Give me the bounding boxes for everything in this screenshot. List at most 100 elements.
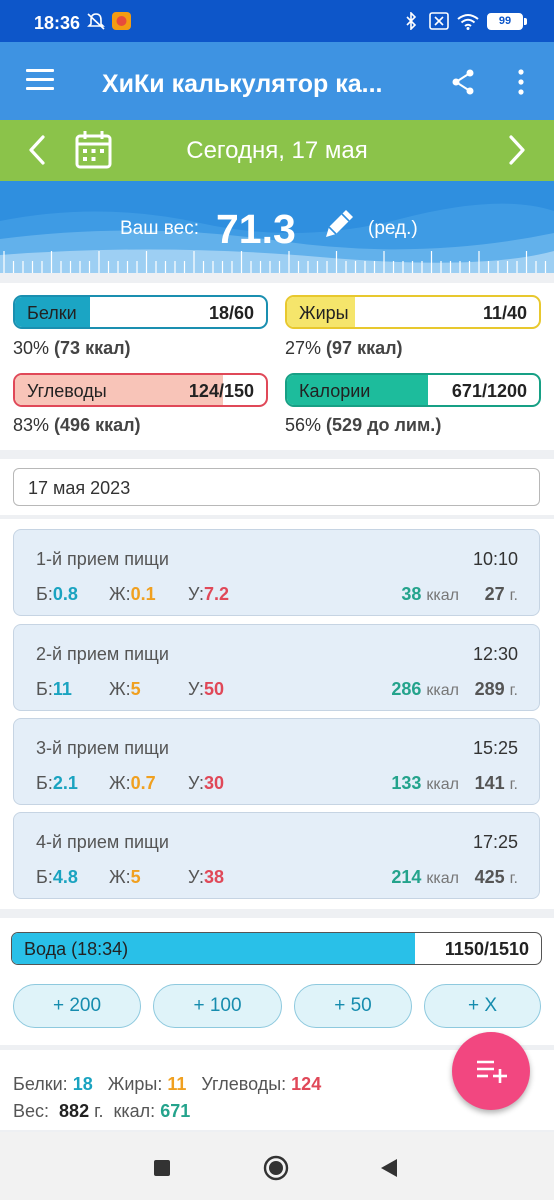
add-water-custom-button[interactable]: + X (424, 984, 541, 1028)
kcal-unit: ккал (426, 870, 459, 887)
water-progress-bar: Вода (18:34) 1150/1510 (11, 932, 542, 965)
meal-protein-value: 0.8 (52, 584, 78, 604)
meal-time: 17:25 (472, 832, 518, 852)
edit-pencil-icon[interactable] (320, 207, 356, 243)
bluetooth-icon (406, 12, 417, 30)
app-notification-icon (112, 12, 131, 30)
meal-weight: 27 г. (485, 584, 518, 605)
meal-title: 4-й прием пищи (36, 832, 169, 852)
protein-label: Белки (27, 303, 77, 323)
notifications-off-icon (87, 13, 105, 30)
gram-unit: г. (509, 776, 518, 793)
meal-protein-value: 11 (52, 679, 72, 699)
meal-fat-value: 5 (130, 679, 141, 699)
carbs-progress-bar: Углеводы 124/150 (13, 373, 268, 407)
summary-kcal-value: 671 (160, 1101, 191, 1121)
calories-progress-bar: Калории 671/1200 (285, 373, 541, 407)
status-time: 18:36 (34, 13, 81, 33)
meal-fat-value: 0.1 (130, 584, 156, 604)
status-bar: 18:36 99 (0, 0, 554, 42)
meal-card[interactable]: 4-й прием пищи 17:25 Б:4.8 Ж:5 У:38 214 ккал 4… (13, 812, 540, 899)
protein-short-label: Б: (36, 773, 53, 793)
system-nav-bar (0, 1132, 554, 1200)
meal-carbs-value: 30 (204, 773, 225, 793)
meal-protein-value: 2.1 (52, 773, 78, 793)
fat-short-label: Ж: (109, 584, 131, 604)
meal-protein: Б:0.8 (36, 584, 78, 605)
meal-kcal: 286 ккал (391, 679, 459, 700)
app-bar: ХиКи калькулятор ка... (0, 42, 554, 120)
sim-off-icon (429, 12, 449, 30)
meal-kcal-value: 133 (391, 773, 422, 793)
gram-unit: г. (509, 587, 518, 604)
meal-fat-value: 5 (130, 867, 141, 887)
meal-carbs: У:38 (188, 867, 224, 888)
menu-icon[interactable] (26, 69, 54, 91)
carbs-kcal: (496 ккал) (54, 415, 141, 435)
summary-kcal-label: ккал: (113, 1101, 156, 1121)
meal-weight-value: 27 (484, 584, 505, 604)
meal-kcal-value: 38 (401, 584, 422, 604)
home-icon[interactable] (263, 1155, 289, 1181)
meal-weight-value: 141 (474, 773, 505, 793)
weight-label: Ваш вес: (120, 218, 199, 239)
date-field[interactable]: 17 мая 2023 (13, 468, 540, 506)
meal-kcal-value: 214 (391, 867, 422, 887)
meal-kcal-value: 286 (391, 679, 422, 699)
protein-summary: 30% (73 ккал) (13, 338, 131, 359)
share-icon[interactable] (451, 69, 475, 95)
water-label: Вода (18:34) (24, 939, 129, 959)
meal-fat: Ж:0.7 (109, 773, 156, 794)
weight-panel: Ваш вес: 71.3 (ред.) (0, 181, 554, 273)
app-title: ХиКи калькулятор ка... (102, 70, 383, 98)
fat-short-label: Ж: (109, 773, 131, 793)
meal-fat: Ж:5 (109, 867, 141, 888)
fat-kcal: (97 ккал) (326, 338, 403, 358)
fat-progress-bar: Жиры 11/40 (285, 295, 541, 329)
edit-weight-link[interactable]: (ред.) (368, 218, 418, 240)
fat-percent: 27% (285, 338, 322, 358)
chevron-right-icon[interactable] (507, 134, 527, 166)
more-options-icon[interactable] (516, 69, 526, 95)
meal-card[interactable]: 2-й прием пищи 12:30 Б:11 Ж:5 У:50 286 ккал 28… (13, 624, 540, 711)
add-water-50-button[interactable]: + 50 (294, 984, 412, 1028)
playlist-add-icon (477, 1060, 507, 1083)
meal-title: 1-й прием пищи (36, 549, 169, 569)
add-water-200-button[interactable]: + 200 (13, 984, 141, 1028)
add-water-100-button[interactable]: + 100 (153, 984, 282, 1028)
kcal-unit: ккал (426, 587, 459, 604)
meal-time: 12:30 (472, 644, 518, 664)
carbs-summary: 83% (496 ккал) (13, 415, 141, 436)
fat-label: Жиры (299, 303, 349, 323)
date-bar: Сегодня, 17 мая (0, 120, 554, 181)
protein-value: 18/60 (208, 303, 254, 323)
meal-carbs: У:7.2 (188, 584, 229, 605)
meal-protein: Б:4.8 (36, 867, 78, 888)
summary-weight-unit: г. (94, 1101, 104, 1121)
macros-card: Белки 18/60 30% (73 ккал) Жиры 11/40 27%… (0, 283, 554, 450)
back-icon[interactable] (380, 1158, 398, 1178)
meal-protein: Б:11 (36, 679, 72, 700)
carbs-short-label: У: (188, 584, 205, 604)
protein-kcal: (73 ккал) (54, 338, 131, 358)
kcal-unit: ккал (426, 776, 459, 793)
meal-card[interactable]: 3-й прием пищи 15:25 Б:2.1 Ж:0.7 У:30 133 кка… (13, 718, 540, 805)
add-meal-fab[interactable] (452, 1032, 530, 1110)
weight-value: 71.3 (216, 206, 296, 252)
summary-totals-line: Вес: 882 г. ккал: 671 (13, 1101, 190, 1122)
meal-carbs-value: 50 (204, 679, 225, 699)
meal-card[interactable]: 1-й прием пищи 10:10 Б:0.8 Ж:0.1 У:7.2 38 кка… (13, 529, 540, 616)
kcal-unit: ккал (426, 682, 459, 699)
fat-value: 11/40 (482, 303, 527, 323)
fat-short-label: Ж: (109, 867, 131, 887)
carbs-label: Углеводы (27, 381, 107, 401)
summary-fat-value: 11 (167, 1074, 187, 1094)
meal-fat: Ж:5 (109, 679, 141, 700)
meal-protein: Б:2.1 (36, 773, 78, 794)
meal-carbs: У:30 (188, 773, 224, 794)
meal-weight-value: 425 (474, 867, 505, 887)
summary-carbs-label: Углеводы: (201, 1074, 287, 1094)
meal-weight: 141 г. (475, 773, 518, 794)
current-date: Сегодня, 17 мая (186, 137, 368, 164)
recents-icon[interactable] (154, 1160, 170, 1176)
